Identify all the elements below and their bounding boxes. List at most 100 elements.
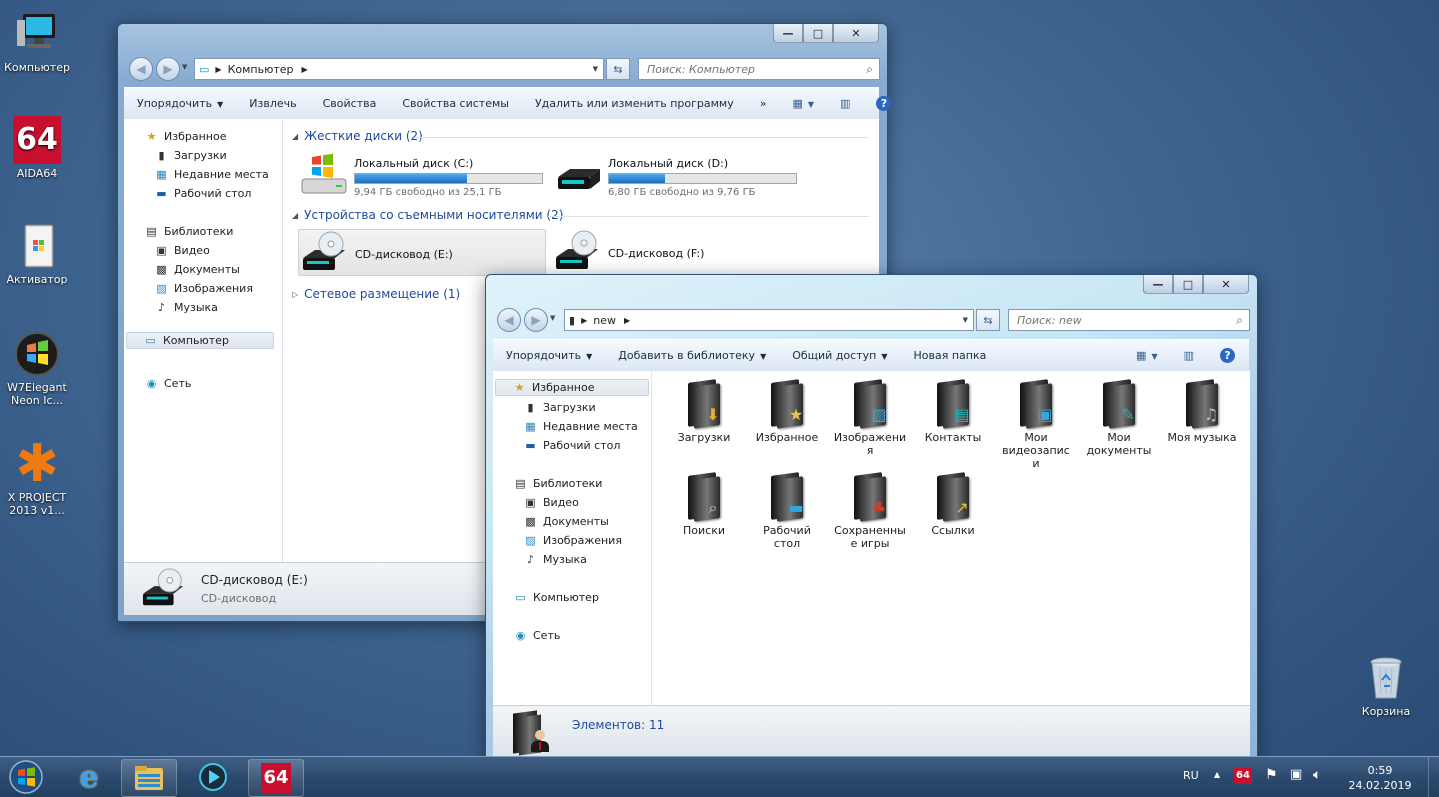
cd-drive-e[interactable]: CD-дисковод (E:) <box>298 229 546 276</box>
search-input[interactable] <box>645 61 841 77</box>
breadcrumb-computer[interactable]: Компьютер <box>228 63 294 76</box>
folder-searches[interactable]: ⌕ Поиски <box>664 472 744 537</box>
nav-computer[interactable]: ▭ Компьютер <box>126 332 274 349</box>
nav-computer[interactable]: ▭ Компьютер <box>513 591 599 604</box>
taskbar-aida64[interactable]: 64 <box>248 759 304 797</box>
recent-pages-dropdown[interactable]: ▼ <box>182 63 187 71</box>
drive-d[interactable]: Локальный диск (D:) 6,80 ГБ свободно из … <box>554 151 797 199</box>
recent-pages-dropdown[interactable]: ▼ <box>550 314 555 322</box>
desktop-icon-aida64[interactable]: 64 AIDA64 <box>0 116 74 180</box>
breadcrumb-separator[interactable]: ▶ <box>581 316 587 325</box>
organize-menu[interactable]: Упорядочить ▼ <box>493 349 605 362</box>
maximize-button[interactable]: □ <box>1173 275 1203 294</box>
forward-button[interactable]: ▶ <box>524 308 548 332</box>
folder-favorites[interactable]: ★ Избранное <box>747 379 827 444</box>
breadcrumb-separator[interactable]: ▶ <box>302 65 308 74</box>
nav-network[interactable]: ◉ Сеть <box>144 377 192 390</box>
search-icon[interactable]: ⌕ <box>1236 313 1243 328</box>
nav-desktop[interactable]: ▬ Рабочий стол <box>523 439 620 452</box>
nav-documents[interactable]: ▩ Документы <box>523 515 609 528</box>
minimize-button[interactable]: — <box>773 24 803 43</box>
group-network-locations[interactable]: ▷ Сетевое размещение (1) <box>292 287 460 301</box>
address-dropdown-icon[interactable]: ▼ <box>593 65 598 73</box>
back-button[interactable]: ◀ <box>497 308 521 332</box>
tray-aida64-icon[interactable]: 64 <box>1234 768 1252 784</box>
search-box[interactable]: ⌕ <box>638 58 880 80</box>
folder-saved-games[interactable]: ♣ Сохраненны е игры <box>830 472 910 550</box>
nav-favorites[interactable]: ★ Избранное <box>144 130 227 143</box>
nav-favorites[interactable]: ★ Избранное <box>495 379 649 396</box>
taskbar-media-player[interactable] <box>186 759 240 795</box>
taskbar-internet-explorer[interactable]: e <box>62 759 116 795</box>
help-button[interactable]: ? <box>863 96 905 111</box>
desktop-icon-recycle-bin[interactable]: Корзина <box>1349 654 1423 718</box>
address-dropdown-icon[interactable]: ▼ <box>963 316 968 324</box>
share-menu[interactable]: Общий доступ ▼ <box>779 349 900 362</box>
search-input[interactable] <box>1015 312 1211 328</box>
show-desktop-button[interactable] <box>1428 757 1439 797</box>
desktop-icon-activator[interactable]: Активатор <box>0 222 74 286</box>
desktop-icon-w7elegant[interactable]: W7Elegant Neon Ic... <box>0 330 74 407</box>
volume-icon[interactable]: 🔈︎ <box>1313 767 1321 783</box>
group-removable-devices[interactable]: ◢ Устройства со съемными носителями (2) <box>292 208 563 222</box>
system-properties-button[interactable]: Свойства системы <box>389 97 522 110</box>
nav-documents[interactable]: ▩ Документы <box>154 263 240 276</box>
desktop-icon-computer[interactable]: Компьютер <box>0 10 74 74</box>
close-button[interactable]: ✕ <box>1203 275 1249 294</box>
nav-video[interactable]: ▣ Видео <box>523 496 579 509</box>
uninstall-program-button[interactable]: Удалить или изменить программу <box>522 97 747 110</box>
nav-desktop[interactable]: ▬ Рабочий стол <box>154 187 251 200</box>
breadcrumb-new[interactable]: new <box>593 314 616 327</box>
back-button[interactable]: ◀ <box>129 57 153 81</box>
nav-recent-places[interactable]: ▦ Недавние места <box>523 420 637 433</box>
organize-menu[interactable]: Упорядочить ▼ <box>124 97 236 110</box>
folder-videos[interactable]: ▣ Мои видеозапис и <box>996 379 1076 470</box>
refresh-button[interactable]: ⇆ <box>606 58 630 80</box>
nav-music[interactable]: ♪ Музыка <box>523 553 587 566</box>
folder-downloads[interactable]: ⬇ Загрузки <box>664 379 744 444</box>
close-button[interactable]: ✕ <box>833 24 879 43</box>
view-options-button[interactable]: ▦ ▼ <box>779 97 827 110</box>
nav-libraries[interactable]: ▤ Библиотеки <box>144 225 233 238</box>
desktop-icon-xproject[interactable]: ✱ X PROJECT 2013 v1... <box>0 438 74 517</box>
help-button[interactable]: ? <box>1207 348 1249 363</box>
start-button[interactable] <box>0 759 52 795</box>
language-indicator[interactable]: RU <box>1183 769 1199 782</box>
refresh-button[interactable]: ⇆ <box>976 309 1000 331</box>
new-folder-window[interactable]: — □ ✕ ◀ ▶ ▼ ▮ ▶ new ▶ ▼ ⇆ ⌕ Упорядочить▼… <box>485 274 1258 760</box>
view-options-button[interactable]: ▦ ▼ <box>1123 349 1171 362</box>
preview-pane-button[interactable]: ▥ <box>827 97 863 110</box>
folder-links[interactable]: ↗ Ссылки <box>913 472 993 537</box>
folder-contacts[interactable]: ▤ Контакты <box>913 379 993 444</box>
minimize-button[interactable]: — <box>1143 275 1173 294</box>
search-icon[interactable]: ⌕ <box>866 62 873 77</box>
new-folder-button[interactable]: Новая папка <box>900 349 999 362</box>
address-bar[interactable]: ▮ ▶ new ▶ ▼ <box>564 309 974 331</box>
nav-downloads[interactable]: ▮ Загрузки <box>154 149 226 162</box>
search-box[interactable]: ⌕ <box>1008 309 1250 331</box>
address-bar[interactable]: ▭ ▶ Компьютер ▶ ▼ <box>194 58 604 80</box>
cd-drive-f[interactable]: CD-дисковод (F:) <box>554 229 704 277</box>
eject-button[interactable]: Извлечь <box>236 97 309 110</box>
nav-recent-places[interactable]: ▦ Недавние места <box>154 168 268 181</box>
preview-pane-button[interactable]: ▥ <box>1171 349 1207 362</box>
folder-documents[interactable]: ✎ Мои документы <box>1079 379 1159 457</box>
folder-music[interactable]: ♫ Моя музыка <box>1162 379 1242 444</box>
nav-downloads[interactable]: ▮ Загрузки <box>523 401 595 414</box>
show-hidden-icons-button[interactable]: ▲ <box>1214 770 1220 779</box>
nav-music[interactable]: ♪ Музыка <box>154 301 218 314</box>
properties-button[interactable]: Свойства <box>310 97 390 110</box>
network-icon[interactable]: ▣ <box>1290 767 1302 782</box>
forward-button[interactable]: ▶ <box>156 57 180 81</box>
nav-network[interactable]: ◉ Сеть <box>513 629 561 642</box>
folder-pictures[interactable]: ▨ Изображени я <box>830 379 910 457</box>
nav-pictures[interactable]: ▨ Изображения <box>154 282 253 295</box>
nav-pictures[interactable]: ▨ Изображения <box>523 534 622 547</box>
nav-libraries[interactable]: ▤ Библиотеки <box>513 477 602 490</box>
group-hard-disks[interactable]: ◢ Жесткие диски (2) <box>292 129 423 143</box>
maximize-button[interactable]: □ <box>803 24 833 43</box>
breadcrumb-separator[interactable]: ▶ <box>215 65 221 74</box>
add-to-library-menu[interactable]: Добавить в библиотеку ▼ <box>605 349 779 362</box>
action-center-flag-icon[interactable]: ⚑ <box>1265 767 1278 783</box>
breadcrumb-separator[interactable]: ▶ <box>624 316 630 325</box>
